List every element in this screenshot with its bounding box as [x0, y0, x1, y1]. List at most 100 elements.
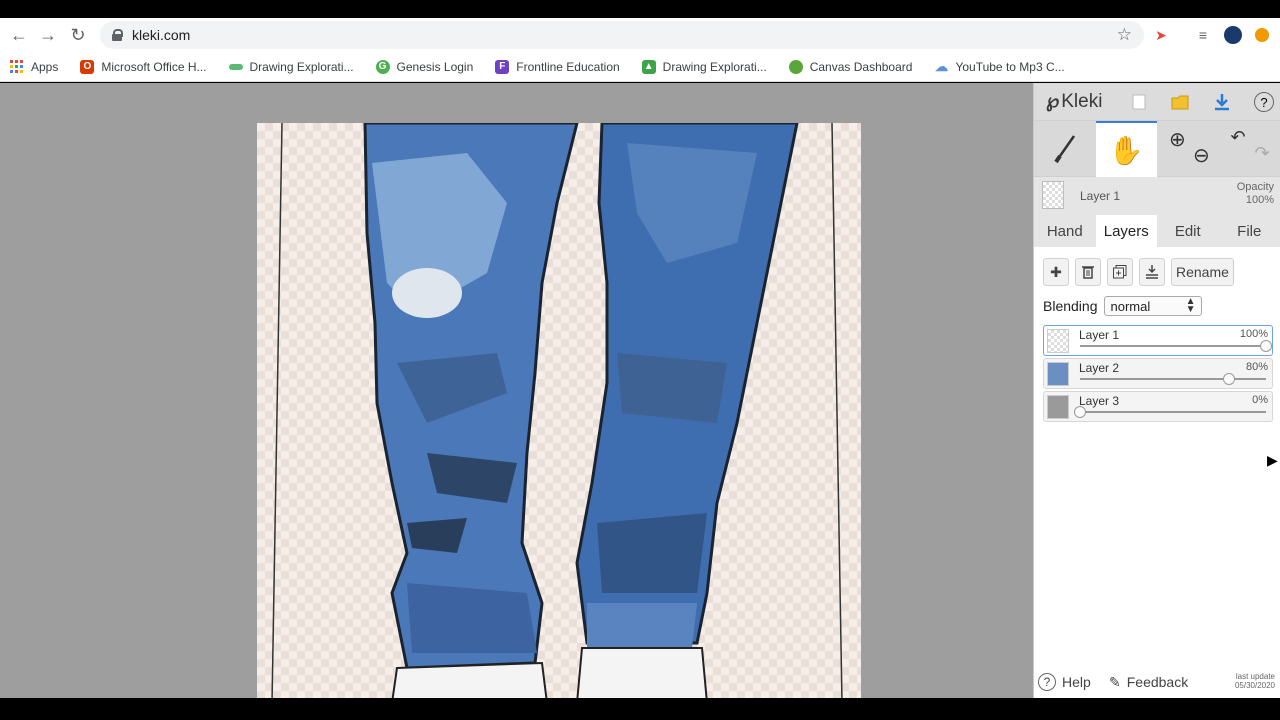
help-icon: ? — [1038, 673, 1056, 691]
forward-arrow-icon[interactable]: → — [33, 20, 63, 50]
help-button[interactable]: ? Help — [1038, 673, 1091, 691]
history-controls: ↶ ↷ — [1219, 121, 1280, 177]
layer-thumbnail — [1047, 329, 1069, 353]
blending-value: normal — [1110, 298, 1151, 314]
layer-opacity-slider[interactable] — [1222, 373, 1235, 385]
select-arrows-icon: ▲ ▼ — [1185, 296, 1196, 315]
layer-row-2[interactable]: Layer 2 80% — [1043, 358, 1273, 389]
tab-layers[interactable]: Layers — [1095, 215, 1157, 247]
layer-opacity: 0% — [1252, 394, 1268, 406]
panel-footer: ? Help ✎ Feedback last update 05/30/2020 — [1034, 666, 1280, 698]
zoom-in-icon[interactable]: ⊕ — [1169, 127, 1186, 152]
layer-opacity-track[interactable] — [1080, 411, 1266, 413]
last-update-info[interactable]: last update 05/30/2020 — [1235, 672, 1275, 690]
duplicate-layer-button[interactable] — [1107, 258, 1133, 286]
reload-icon[interactable]: ↻ — [63, 20, 93, 50]
drawing-icon: ▲ — [641, 59, 656, 74]
office-icon: O — [80, 59, 95, 74]
redo-icon[interactable]: ↷ — [1255, 143, 1270, 164]
kleki-logo-icon: ℘ — [1046, 91, 1060, 112]
back-arrow-icon[interactable]: ← — [4, 20, 34, 50]
layer-opacity-track[interactable] — [1080, 378, 1266, 380]
bookmark-canvas-dashboard[interactable]: Canvas Dashboard — [788, 59, 913, 74]
layer-opacity-slider[interactable] — [1074, 406, 1086, 418]
layer-opacity: 100% — [1239, 328, 1268, 340]
screen-bottom-bar — [0, 698, 1280, 720]
hand-tool-icon[interactable]: ✋ — [1095, 121, 1157, 177]
extension-arrow-icon[interactable]: ➤ — [1152, 26, 1170, 44]
help-label: Help — [1062, 674, 1091, 690]
bookmark-drawing-exploration-2[interactable]: ▲ Drawing Explorati... — [641, 59, 767, 74]
jeans-artwork — [271, 123, 843, 698]
help-circle-icon[interactable]: ? — [1253, 91, 1275, 113]
zoom-out-icon[interactable]: ⊖ — [1193, 143, 1210, 168]
bookmarks-bar: Apps O Microsoft Office H... Drawing Exp… — [0, 52, 1280, 82]
zoom-controls: ⊕ ⊖ — [1157, 121, 1219, 177]
reading-list-icon[interactable]: ≡ — [1194, 26, 1212, 44]
current-layer-info: Layer 1 Opacity 100% — [1034, 177, 1280, 215]
bookmark-frontline-education[interactable]: F Frontline Education — [495, 59, 620, 74]
bookmark-label: Drawing Explorati... — [249, 59, 354, 74]
extension-orange-icon[interactable] — [1255, 28, 1269, 42]
bookmark-label: Genesis Login — [396, 59, 474, 74]
merge-down-icon — [1146, 265, 1158, 279]
layer-name: Layer 1 — [1079, 328, 1120, 342]
tab-hand[interactable]: Hand — [1034, 215, 1096, 247]
layer-thumbnail — [1047, 362, 1069, 386]
cloud-icon: ☁ — [934, 58, 948, 74]
layer-opacity: 80% — [1245, 361, 1268, 373]
layer-name: Layer 2 — [1079, 361, 1120, 375]
trash-icon — [1082, 266, 1094, 279]
pencil-icon: ✎ — [1109, 673, 1121, 690]
kleki-side-panel: ℘ Kleki ? ✋ ⊕ ⊖ ↶ ↷ Layer 1 Opacity 100%… — [1033, 83, 1280, 699]
bookmark-label: Canvas Dashboard — [809, 59, 913, 74]
profile-avatar-icon[interactable] — [1224, 26, 1242, 44]
merge-down-button[interactable] — [1139, 258, 1165, 286]
blending-row: Blending normal ▲ ▼ — [1034, 294, 1280, 318]
feedback-label: Feedback — [1126, 674, 1189, 690]
layer-opacity-slider[interactable] — [1260, 340, 1272, 352]
bookmark-label: YouTube to Mp3 C... — [955, 59, 1065, 74]
tool-bar: ✋ ⊕ ⊖ ↶ ↷ — [1034, 121, 1280, 177]
blending-select[interactable]: normal ▲ ▼ — [1103, 296, 1202, 316]
undo-icon[interactable]: ↶ — [1231, 127, 1246, 148]
plus-icon: ✚ — [1050, 263, 1062, 280]
open-folder-icon[interactable] — [1169, 91, 1191, 113]
last-update-date: 05/30/2020 — [1234, 681, 1275, 690]
bookmark-drawing-exploration-1[interactable]: Drawing Explorati... — [228, 59, 354, 74]
new-image-icon[interactable] — [1128, 91, 1150, 113]
bookmark-label: Drawing Explorati... — [662, 59, 767, 74]
feedback-button[interactable]: ✎ Feedback — [1109, 674, 1188, 691]
download-icon[interactable] — [1211, 91, 1233, 113]
layer-row-3[interactable]: Layer 3 0% — [1043, 391, 1273, 422]
bookmark-genesis-login[interactable]: G Genesis Login — [375, 59, 474, 74]
add-layer-button[interactable]: ✚ — [1043, 258, 1069, 286]
mouse-cursor-icon: ▶ — [1267, 452, 1278, 468]
layer-thumbnail — [1047, 395, 1069, 419]
layer-opacity-track[interactable] — [1080, 345, 1266, 347]
duplicate-icon — [1113, 265, 1127, 279]
address-bar[interactable]: kleki.com ☆ — [100, 21, 1144, 49]
tab-edit[interactable]: Edit — [1157, 215, 1219, 247]
delete-layer-button[interactable] — [1075, 258, 1101, 286]
bookmark-label: Frontline Education — [516, 59, 620, 74]
layers-tab-content: ✚ Rename Blending normal ▲ ▼ Layer 1 100… — [1034, 247, 1280, 699]
rename-layer-button[interactable]: Rename — [1171, 258, 1234, 286]
layer-actions: ✚ Rename — [1034, 258, 1280, 286]
opacity-label: Opacity — [1236, 181, 1274, 193]
opacity-readout: Opacity 100% — [1237, 181, 1274, 207]
layer-list: Layer 1 100% Layer 2 80% Layer 3 0% — [1034, 325, 1280, 422]
drawing-icon — [228, 63, 243, 70]
bookmark-microsoft-office[interactable]: O Microsoft Office H... — [80, 59, 207, 74]
browser-toolbar: ← → ↻ kleki.com ☆ — [0, 18, 1280, 52]
bookmark-youtube-to-mp3[interactable]: ☁ YouTube to Mp3 C... — [934, 58, 1065, 74]
bookmark-star-icon[interactable]: ☆ — [1117, 25, 1132, 45]
layer-row-1[interactable]: Layer 1 100% — [1043, 325, 1273, 356]
canvas-area[interactable] — [0, 83, 1033, 698]
tab-file[interactable]: File — [1219, 215, 1280, 247]
drawing-canvas[interactable] — [257, 123, 861, 698]
blending-label: Blending — [1043, 298, 1098, 314]
bookmark-label: Microsoft Office H... — [101, 59, 207, 74]
brush-tool-icon[interactable] — [1034, 121, 1096, 177]
bookmark-apps[interactable]: Apps — [10, 59, 58, 74]
